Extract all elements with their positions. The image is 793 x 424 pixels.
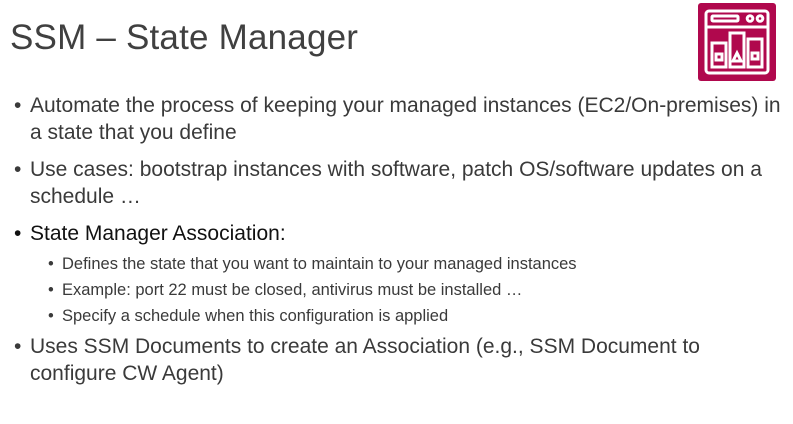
state-manager-icon (698, 3, 776, 81)
bullet-item: Uses SSM Documents to create an Associat… (14, 333, 784, 387)
bullet-item: Automate the process of keeping your man… (14, 92, 784, 146)
sub-bullet-list: Defines the state that you want to maint… (30, 251, 784, 329)
sub-bullet-item: Example: port 22 must be closed, antivir… (48, 277, 784, 303)
bullet-item-association: State Manager Association: Defines the s… (14, 220, 784, 329)
sub-bullet-item: Specify a schedule when this configurati… (48, 303, 784, 329)
bullet-list: Automate the process of keeping your man… (14, 92, 784, 397)
sub-bullet-item: Defines the state that you want to maint… (48, 251, 784, 277)
bullet-item: Use cases: bootstrap instances with soft… (14, 156, 784, 210)
slide-title: SSM – State Manager (10, 18, 359, 57)
bullet-text: State Manager Association: (30, 222, 286, 245)
